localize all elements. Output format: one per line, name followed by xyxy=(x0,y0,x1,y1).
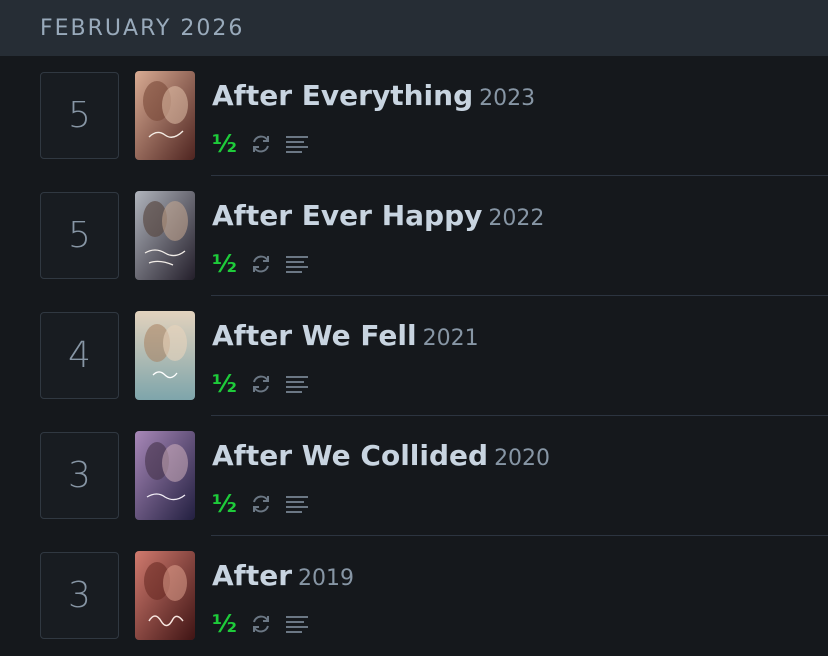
film-year[interactable]: 2019 xyxy=(298,566,354,591)
film-title-line: After We Collided 2020 xyxy=(212,439,550,472)
review-icon[interactable] xyxy=(284,491,310,517)
diary-entry: 3 After 2019 ½ xyxy=(0,536,828,656)
day-number[interactable]: 3 xyxy=(40,552,119,639)
film-title-line: After Ever Happy 2022 xyxy=(212,199,544,232)
diary-entry: 4 After We Fell 2021 ½ xyxy=(0,296,828,416)
film-title[interactable]: After We Fell xyxy=(212,319,417,352)
diary-entry: 3 After We Collided 2020 ½ xyxy=(0,416,828,536)
poster-image xyxy=(135,551,195,640)
film-poster[interactable] xyxy=(135,311,195,400)
film-year[interactable]: 2020 xyxy=(494,446,550,471)
film-title-line: After We Fell 2021 xyxy=(212,319,479,352)
film-poster[interactable] xyxy=(135,71,195,160)
film-year[interactable]: 2021 xyxy=(423,326,479,351)
film-year[interactable]: 2023 xyxy=(479,86,535,111)
film-poster[interactable] xyxy=(135,551,195,640)
rating-half-star: ½ xyxy=(212,130,237,158)
day-number[interactable]: 3 xyxy=(40,432,119,519)
rating-half-star: ½ xyxy=(212,610,237,638)
entry-icons: ½ xyxy=(212,491,310,517)
poster-image xyxy=(135,71,195,160)
month-header: FEBRUARY 2026 xyxy=(0,0,828,56)
film-title[interactable]: After xyxy=(212,559,292,592)
entry-icons: ½ xyxy=(212,131,310,157)
review-icon[interactable] xyxy=(284,131,310,157)
review-icon[interactable] xyxy=(284,611,310,637)
entry-icons: ½ xyxy=(212,371,310,397)
rewatch-icon xyxy=(248,131,274,157)
month-label: FEBRUARY 2026 xyxy=(40,15,245,41)
poster-image xyxy=(135,431,195,520)
day-number[interactable]: 4 xyxy=(40,312,119,399)
entry-icons: ½ xyxy=(212,251,310,277)
film-title[interactable]: After We Collided xyxy=(212,439,488,472)
film-title[interactable]: After Everything xyxy=(212,79,473,112)
diary-entry: 5 After Everything 2023 ½ xyxy=(0,56,828,176)
diary-entry: 5 After Ever Happy 2022 ½ xyxy=(0,176,828,296)
rewatch-icon xyxy=(248,491,274,517)
film-poster[interactable] xyxy=(135,191,195,280)
rewatch-icon xyxy=(248,251,274,277)
rewatch-icon xyxy=(248,371,274,397)
review-icon[interactable] xyxy=(284,251,310,277)
rating-half-star: ½ xyxy=(212,370,237,398)
film-poster[interactable] xyxy=(135,431,195,520)
diary-list: 5 After Everything 2023 ½ 5 After Ever H… xyxy=(0,56,828,656)
rewatch-icon xyxy=(248,611,274,637)
film-title[interactable]: After Ever Happy xyxy=(212,199,482,232)
film-title-line: After 2019 xyxy=(212,559,354,592)
rating-half-star: ½ xyxy=(212,490,237,518)
day-number[interactable]: 5 xyxy=(40,192,119,279)
day-number[interactable]: 5 xyxy=(40,72,119,159)
rating-half-star: ½ xyxy=(212,250,237,278)
entry-icons: ½ xyxy=(212,611,310,637)
poster-image xyxy=(135,191,195,280)
review-icon[interactable] xyxy=(284,371,310,397)
film-title-line: After Everything 2023 xyxy=(212,79,535,112)
film-year[interactable]: 2022 xyxy=(488,206,544,231)
poster-image xyxy=(135,311,195,400)
